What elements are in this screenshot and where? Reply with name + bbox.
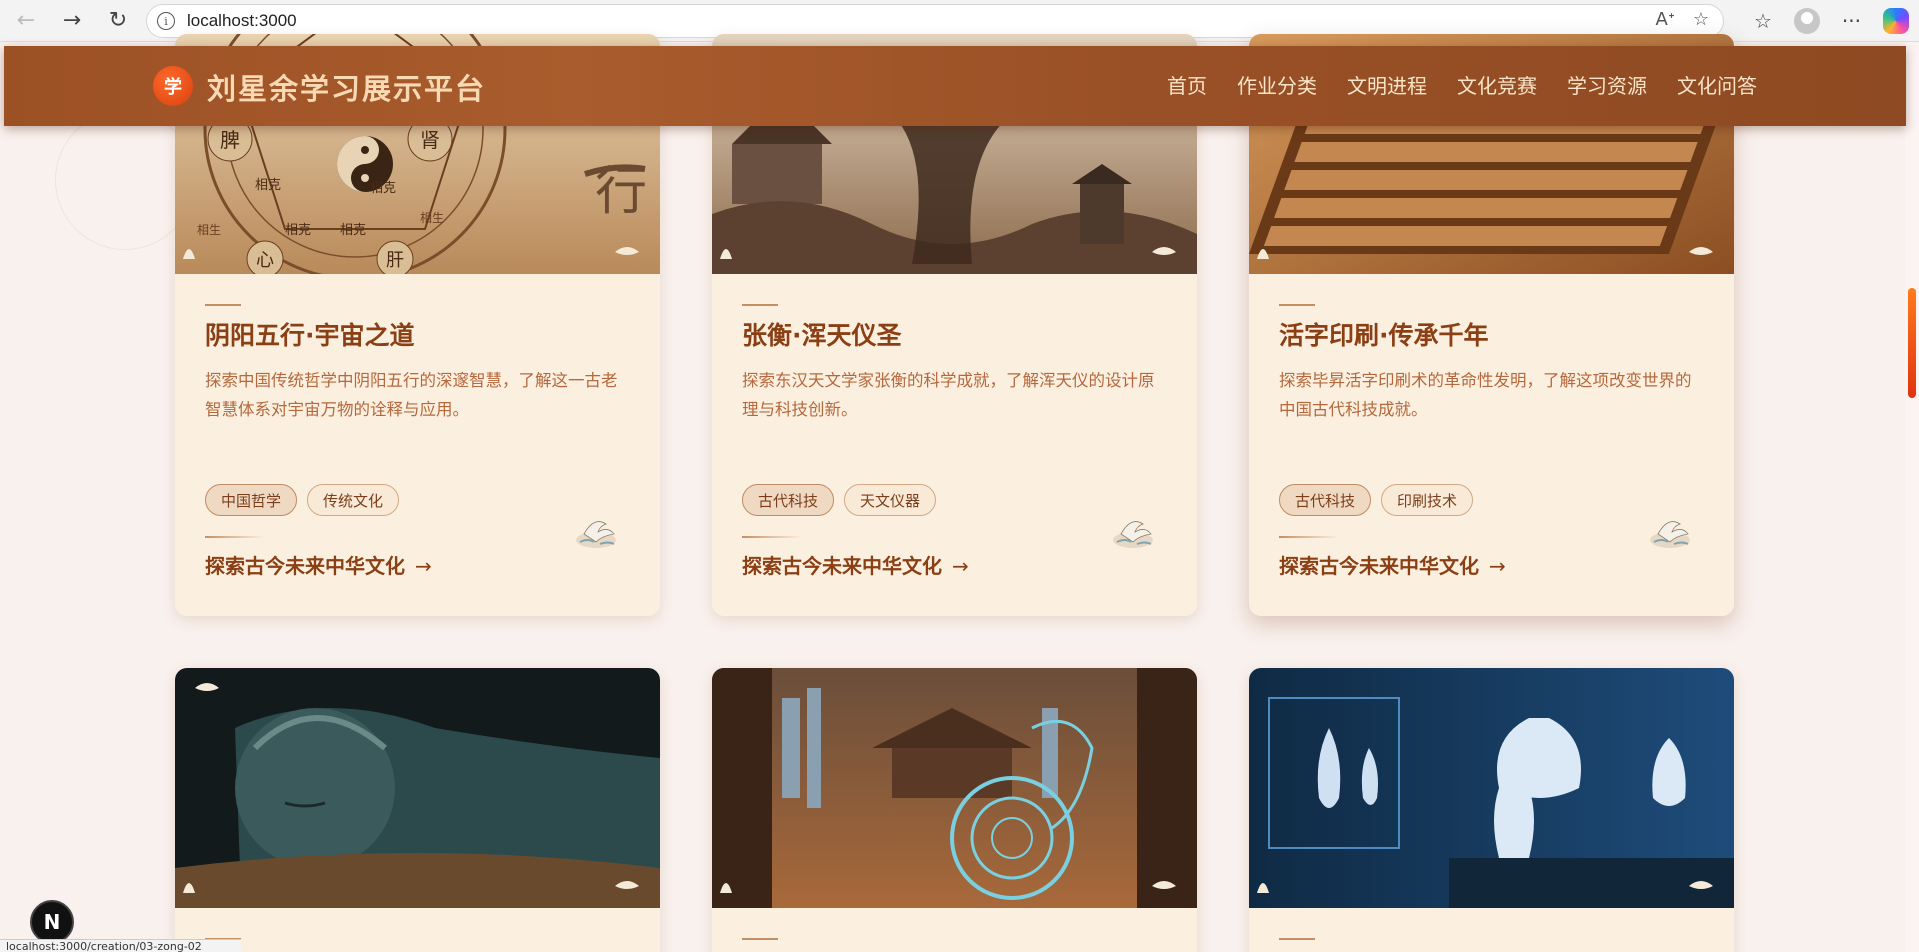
card-title[interactable]: 活字印刷·传承千年 <box>1279 316 1489 352</box>
address-bar[interactable]: i localhost:3000 Aᐩ ☆ <box>146 4 1724 38</box>
arrow-right-icon: → <box>415 554 432 578</box>
tag[interactable]: 古代科技 <box>1279 484 1372 516</box>
card-description: 探索毕昇活字印刷术的革命性发明，了解这项改变世界的中国古代科技成就。 <box>1279 371 1692 419</box>
scrollbar-thumb[interactable] <box>1908 288 1916 398</box>
tag[interactable]: 中国哲学 <box>205 484 298 516</box>
crane-icon <box>1650 521 1690 548</box>
tag-list: 古代科技 天文仪器 <box>742 484 937 516</box>
card-image-shadow-play <box>712 668 1197 908</box>
crane-icon <box>1113 521 1153 548</box>
tag-list: 古代科技 印刷技术 <box>1279 484 1474 516</box>
nav-assignments[interactable]: 作业分类 <box>1237 70 1317 99</box>
tag[interactable]: 传统文化 <box>307 484 400 516</box>
background-decoration <box>55 110 195 250</box>
url-text[interactable]: localhost:3000 <box>187 11 297 31</box>
site-title[interactable]: 刘星余学习展示平台 <box>207 66 486 108</box>
back-icon[interactable]: ← <box>6 4 46 38</box>
explore-link[interactable]: 探索古今未来中华文化 → <box>205 550 432 579</box>
decorative-line <box>205 304 241 306</box>
forward-icon[interactable]: → <box>52 4 92 38</box>
nav-civilization[interactable]: 文明进程 <box>1347 70 1427 99</box>
label-sheng-2: 相生 <box>420 211 444 225</box>
label-sheng-1: 相生 <box>197 223 221 237</box>
nextjs-devtools-badge[interactable]: N <box>30 900 74 944</box>
tag-list: 中国哲学 传统文化 <box>205 484 400 516</box>
site-header: 学 刘星余学习展示平台 首页 作业分类 文明进程 文化竞赛 学习资源 文化问答 <box>4 46 1906 126</box>
label-ke-4: 相克 <box>340 223 366 238</box>
explore-link-label: 探索古今未来中华文化 <box>742 554 942 578</box>
card-title[interactable]: 阴阳五行·宇宙之道 <box>205 316 415 352</box>
tag[interactable]: 古代科技 <box>742 484 835 516</box>
label-liver: 肝 <box>386 250 404 271</box>
decorative-line <box>742 536 802 538</box>
label-ke-2: 相克 <box>370 181 396 196</box>
explore-link[interactable]: 探索古今未来中华文化 → <box>742 550 969 579</box>
label-ke-3: 相克 <box>285 223 311 238</box>
decorative-line <box>205 536 265 538</box>
label-ke-1: 相克 <box>255 178 281 193</box>
explore-link[interactable]: 探索古今未来中华文化 → <box>1279 550 1506 579</box>
copilot-icon[interactable] <box>1883 8 1909 34</box>
decorative-line <box>742 938 778 940</box>
crane-icon <box>576 521 616 548</box>
card-shadow-play[interactable] <box>712 668 1197 952</box>
favorites-icon[interactable]: ☆ <box>1754 9 1772 33</box>
label-spleen: 脾 <box>220 128 240 152</box>
more-icon[interactable]: ··· <box>1842 9 1861 33</box>
status-bar-url: localhost:3000/creation/03-zong-02 <box>0 939 241 952</box>
tag[interactable]: 天文仪器 <box>844 484 937 516</box>
tag[interactable]: 印刷技术 <box>1381 484 1474 516</box>
arrow-right-icon: → <box>952 554 969 578</box>
label-kidney: 肾 <box>420 128 440 152</box>
reload-icon[interactable]: ↻ <box>98 4 138 38</box>
read-aloud-icon[interactable]: Aᐩ <box>1656 9 1675 30</box>
decorative-line <box>742 304 778 306</box>
arrow-right-icon: → <box>1489 554 1506 578</box>
card-image-buddha <box>175 668 660 908</box>
nav-home[interactable]: 首页 <box>1167 70 1207 99</box>
card-title[interactable]: 张衡·浑天仪圣 <box>742 316 902 352</box>
profile-avatar[interactable] <box>1793 8 1820 34</box>
card-reclining-buddha[interactable] <box>175 668 660 952</box>
nav-qa[interactable]: 文化问答 <box>1677 70 1757 99</box>
card-description: 探索中国传统哲学中阴阳五行的深邃智慧，了解这一古老智慧体系对宇宙万物的诠释与应用… <box>205 371 618 419</box>
site-info-icon[interactable]: i <box>157 12 175 30</box>
card-porcelain[interactable] <box>1249 668 1734 952</box>
explore-link-label: 探索古今未来中华文化 <box>205 554 405 578</box>
decorative-line <box>1279 304 1315 306</box>
favorite-star-icon[interactable]: ☆ <box>1693 9 1709 30</box>
decorative-line <box>1279 938 1315 940</box>
card-image-porcelain <box>1249 668 1734 908</box>
card-description: 探索东汉天文学家张衡的科学成就，了解浑天仪的设计原理与科技创新。 <box>742 371 1155 419</box>
nav-resources[interactable]: 学习资源 <box>1567 70 1647 99</box>
decorative-line <box>1279 536 1339 538</box>
explore-link-label: 探索古今未来中华文化 <box>1279 554 1479 578</box>
label-heart: 心 <box>256 250 274 271</box>
scrollbar[interactable] <box>1905 42 1919 952</box>
main-nav: 首页 作业分类 文明进程 文化竞赛 学习资源 文化问答 <box>1167 70 1757 99</box>
nav-competition[interactable]: 文化竞赛 <box>1457 70 1537 99</box>
logo-badge[interactable]: 学 <box>153 66 193 106</box>
